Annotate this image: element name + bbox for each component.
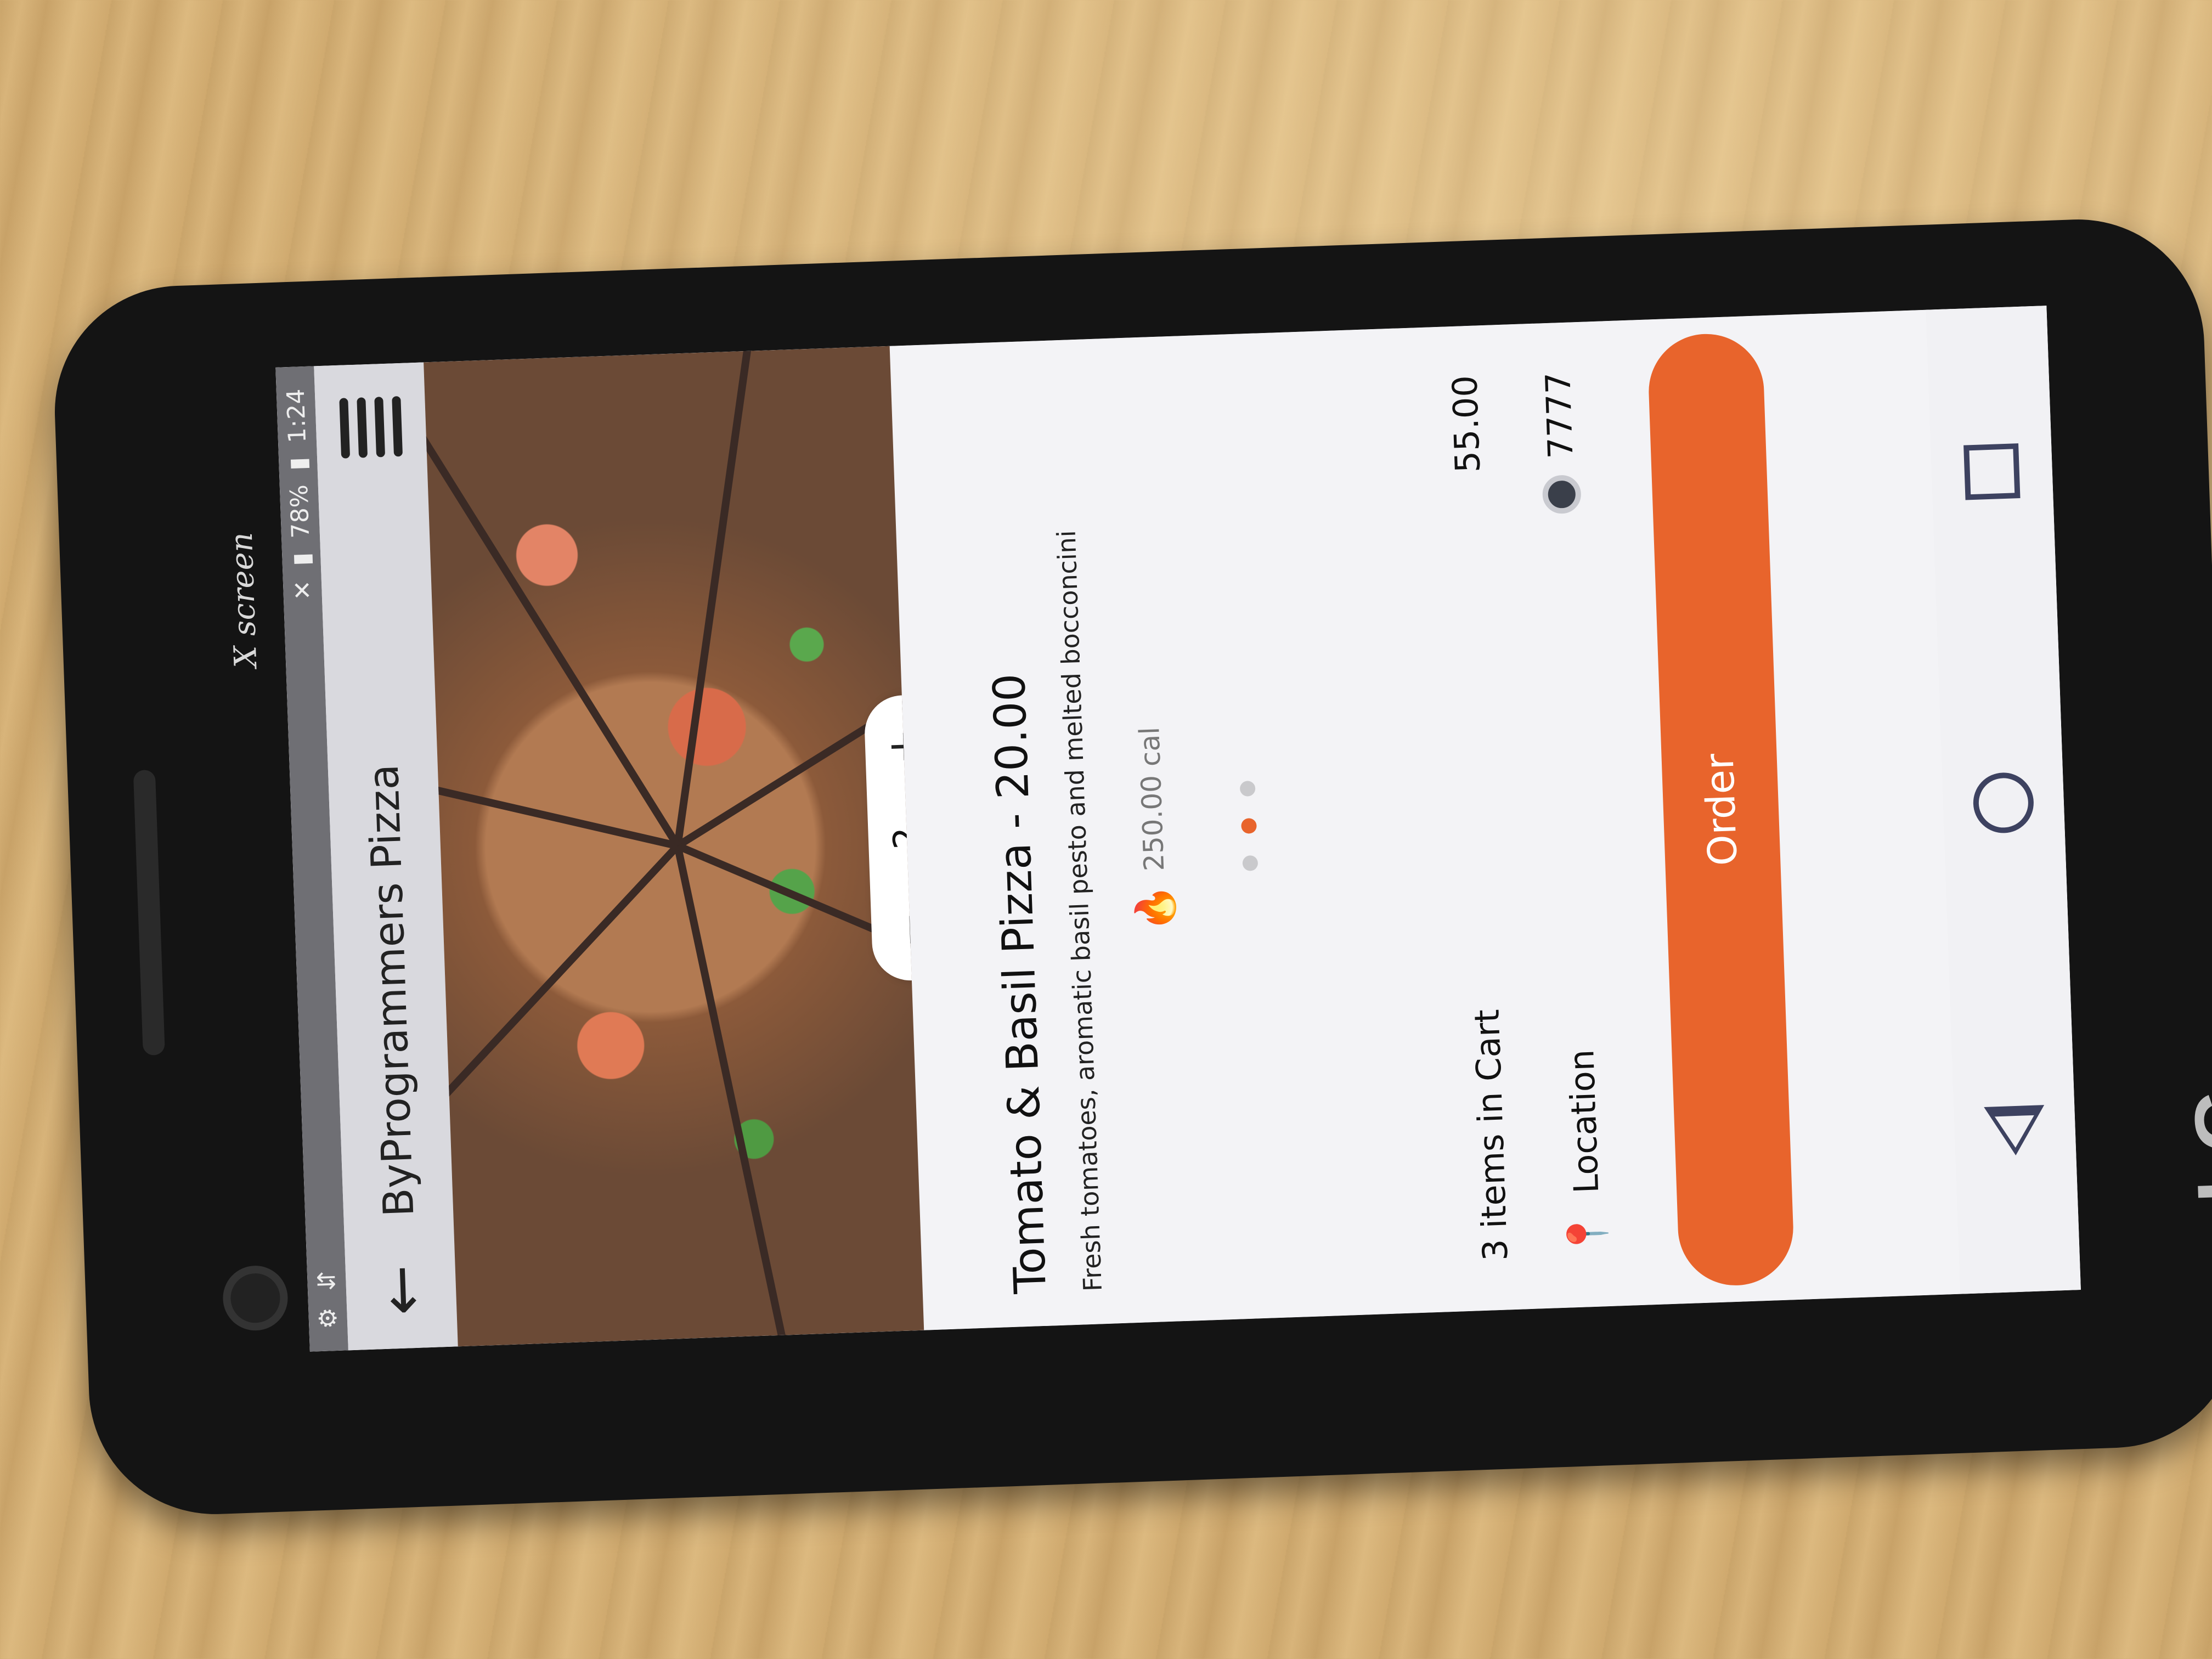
- location-label: Location: [1561, 1048, 1606, 1194]
- payment-toggle-icon[interactable]: [1542, 474, 1582, 515]
- product-description: Fresh tomatoes, aromatic basil pesto and…: [1051, 529, 1108, 1292]
- menu-icon[interactable]: [339, 396, 403, 459]
- pagination-dots: [1225, 366, 1272, 1285]
- calories-value: 250.00 cal: [1133, 726, 1170, 872]
- clock: 1:24: [281, 388, 312, 444]
- pizza-image: − 2 +: [424, 346, 924, 1347]
- front-camera: [222, 1265, 289, 1332]
- pizza-slice-cut: [674, 845, 842, 1347]
- brand-lg-logo: LG: [2176, 1086, 2212, 1204]
- battery-icon: ▮: [284, 456, 313, 471]
- android-icon: ⚙: [313, 1307, 342, 1330]
- nav-home-icon[interactable]: [1972, 771, 2035, 834]
- pagination-dot-active[interactable]: [1241, 818, 1257, 834]
- signal-icon: ▮: [287, 552, 316, 567]
- phone: X screen LG ⚙ ⇵ ✕ ▮ 78% ▮ 1:24 ← ByProgr…: [50, 215, 2212, 1519]
- earpiece: [133, 769, 165, 1056]
- usb-icon: ⇵: [312, 1270, 341, 1292]
- product-details: Tomato & Basil Pizza - 20.00 Fresh tomat…: [890, 334, 1274, 1330]
- location-pin-icon: 📍: [1564, 1209, 1611, 1259]
- nav-recents-icon[interactable]: [1963, 443, 2021, 500]
- location-value: 7777: [1537, 371, 1581, 460]
- order-button[interactable]: Order: [1646, 332, 1796, 1288]
- pagination-dot[interactable]: [1239, 781, 1256, 797]
- app-title: ByProgrammers Pizza: [358, 763, 423, 1218]
- cart-items-count: 3 items in Cart: [1466, 1008, 1515, 1262]
- mute-icon: ✕: [288, 579, 317, 601]
- cart-summary: 3 items in Cart 55.00 📍 Location 7777: [1417, 348, 1658, 1284]
- pizza-slice-cut: [424, 669, 679, 850]
- screen: ⚙ ⇵ ✕ ▮ 78% ▮ 1:24 ← ByProgrammers Pizza: [275, 306, 2081, 1352]
- cart-total: 55.00: [1444, 374, 1488, 473]
- pizza-slice-cut: [424, 843, 681, 1347]
- calories: 🔥 250.00 cal: [1114, 370, 1191, 1290]
- product-title: Tomato & Basil Pizza - 20.00: [983, 673, 1056, 1295]
- pizza-slice-cut: [674, 346, 788, 847]
- android-nav-bar: [1926, 306, 2081, 1294]
- battery-level: 78%: [285, 484, 315, 539]
- pagination-dot[interactable]: [1242, 855, 1259, 872]
- app-screen: ⚙ ⇵ ✕ ▮ 78% ▮ 1:24 ← ByProgrammers Pizza: [275, 306, 2081, 1352]
- pizza-slice-cut: [424, 346, 681, 849]
- nav-back-icon[interactable]: [1984, 1105, 2046, 1156]
- brand-xscreen: X screen: [223, 532, 264, 669]
- fire-icon: 🔥: [1132, 883, 1179, 933]
- arrow-left-icon[interactable]: ←: [364, 1238, 437, 1317]
